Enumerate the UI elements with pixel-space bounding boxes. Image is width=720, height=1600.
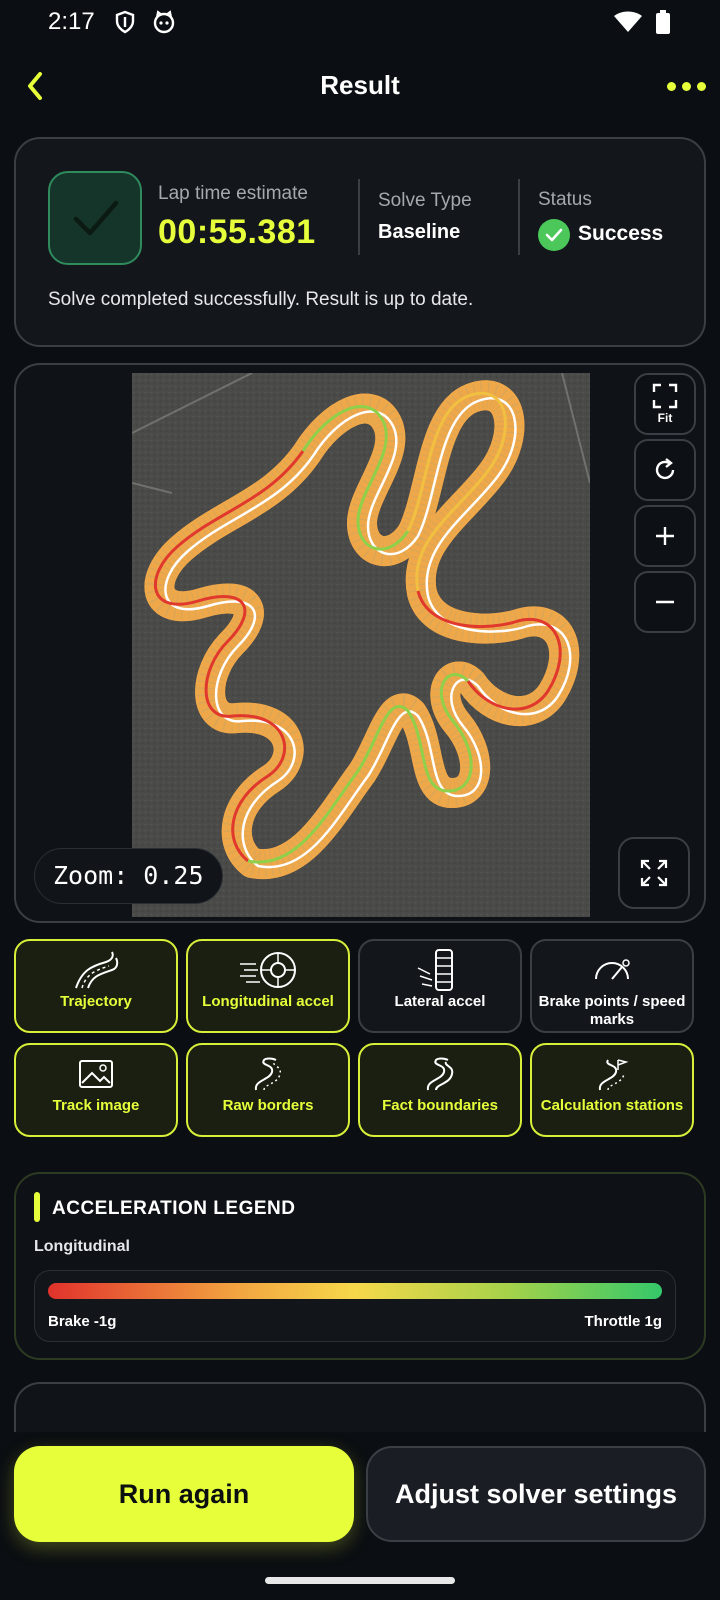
plus-icon [656,527,674,545]
legend-subtitle: Longitudinal [34,1238,130,1255]
acceleration-legend-card: ACCELERATION LEGEND Longitudinal Brake -… [14,1172,706,1360]
legend-title: ACCELERATION LEGEND [52,1198,296,1219]
more-dot-icon [681,81,691,91]
legend-gradient-bar [48,1283,662,1299]
reset-rotation-button[interactable] [634,439,696,501]
layer-label: Calculation stations [540,1097,684,1114]
status-label: Status [538,189,592,210]
image-icon [79,1060,113,1088]
fit-frame-icon [652,383,678,409]
road-curve-icon [75,951,119,989]
path-icon [426,1057,454,1091]
page-title: Result [320,70,400,100]
layer-calculation-stations-toggle[interactable]: Calculation stations [530,1043,694,1137]
layer-label: Fact boundaries [382,1097,498,1114]
expand-icon [640,859,668,887]
legend-scale: Brake -1g Throttle 1g [34,1270,676,1342]
path-icon [254,1057,281,1091]
run-again-button[interactable]: Run again [14,1446,354,1542]
track-map-card: Fit Zoom: 0.25 [14,363,706,923]
result-summary-card: Lap time estimate 00:55.381 Solve Type B… [14,137,706,347]
success-check-icon [538,219,570,251]
top-app-bar: Result [0,60,720,112]
minus-icon [656,600,674,604]
zoom-out-button[interactable] [634,571,696,633]
lap-time-value: 00:55.381 [158,213,316,251]
layer-longitudinal-accel-toggle[interactable]: Longitudinal accel [186,939,350,1033]
tire-speed-icon [240,952,296,988]
home-indicator[interactable] [265,1577,455,1584]
status-bar: 2:17 [0,0,720,44]
layer-label: Lateral accel [394,993,486,1010]
layer-brake-points-toggle[interactable]: Brake points / speed marks [530,939,694,1033]
divider [358,179,360,255]
adjust-solver-settings-button[interactable]: Adjust solver settings [366,1446,706,1542]
tire-lateral-icon [417,949,453,991]
cat-app-icon [152,10,176,39]
layer-lateral-accel-toggle[interactable]: Lateral accel [358,939,522,1033]
layer-label: Brake points / speed marks [538,993,686,1028]
layer-label: Longitudinal accel [202,993,334,1010]
zoom-level-readout: Zoom: 0.25 [34,848,223,904]
layer-raw-borders-toggle[interactable]: Raw borders [186,1043,350,1137]
battery-icon [656,10,670,39]
status-value: Success [578,222,664,245]
layer-track-image-toggle[interactable]: Track image [14,1043,178,1137]
zoom-in-button[interactable] [634,505,696,567]
divider [518,179,520,255]
path-flag-icon [598,1059,629,1091]
layer-trajectory-toggle[interactable]: Trajectory [14,939,178,1033]
layer-label: Trajectory [60,993,132,1010]
layer-label: Track image [52,1097,140,1114]
solve-type-label: Solve Type [378,190,472,211]
wifi-icon [614,11,642,38]
legend-max-label: Throttle 1g [584,1313,663,1330]
gauge-icon [595,959,630,980]
layer-label: Raw borders [222,1097,314,1114]
lap-time-label: Lap time estimate [158,183,308,204]
refresh-icon [655,458,675,480]
result-check-badge [48,171,142,265]
more-options-button[interactable] [664,72,708,100]
layer-fact-boundaries-toggle[interactable]: Fact boundaries [358,1043,522,1137]
solve-type-value: Baseline [378,221,461,243]
legend-min-label: Brake -1g [48,1313,117,1330]
more-dot-icon [696,81,706,91]
vpn-shield-icon [114,10,136,39]
more-dot-icon [666,81,676,91]
solve-status-note: Solve completed successfully. Result is … [48,289,474,310]
track-map-image[interactable] [132,373,590,917]
fit-button[interactable]: Fit [634,373,696,435]
fit-label: Fit [657,411,673,425]
legend-accent-bar [34,1192,40,1222]
status-time: 2:17 [48,8,95,35]
checkmark-icon [73,200,119,236]
bottom-action-bar: Run again Adjust solver settings [0,1432,720,1600]
fullscreen-button[interactable] [618,837,690,909]
